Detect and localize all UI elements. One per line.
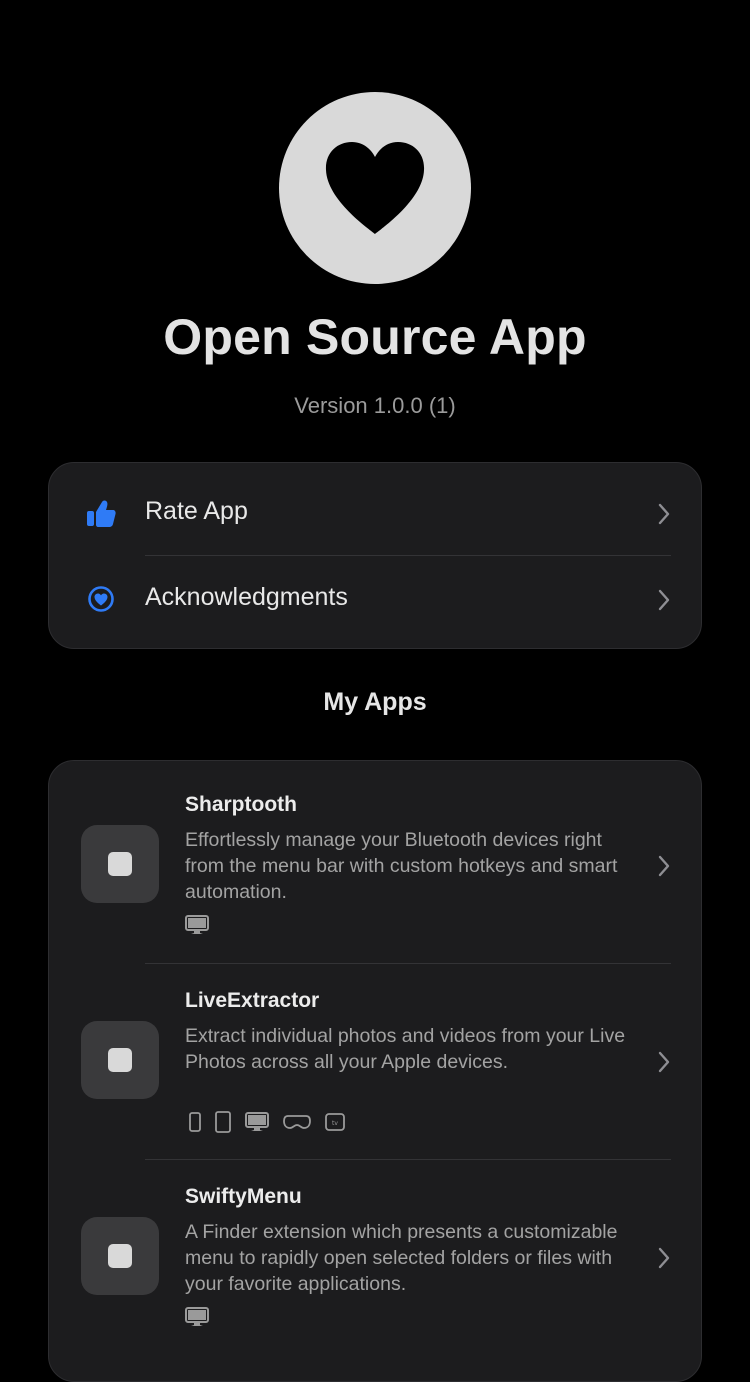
platform-icons — [185, 1307, 209, 1327]
app-name: SwiftyMenu — [185, 1185, 302, 1208]
my-apps-title: My Apps — [323, 688, 427, 716]
app-icon — [81, 1217, 159, 1295]
acknowledgments-label: Acknowledgments — [145, 583, 348, 611]
platform-icons: tv — [189, 1111, 345, 1133]
chevron-right-icon — [658, 1247, 670, 1269]
vision-pro-icon — [283, 1115, 311, 1129]
heart-circle-icon — [85, 583, 117, 615]
app-title: Open Source App — [163, 309, 587, 365]
iphone-icon — [189, 1112, 201, 1132]
ipad-icon — [215, 1111, 231, 1133]
platform-icons — [185, 915, 209, 935]
rate-app-row[interactable]: Rate App — [49, 463, 701, 555]
app-logo — [279, 92, 471, 284]
acknowledgments-row[interactable]: Acknowledgments — [49, 556, 701, 648]
svg-text:tv: tv — [332, 1120, 338, 1127]
mac-icon — [185, 1307, 209, 1326]
chevron-right-icon — [658, 855, 670, 877]
thumbs-up-icon — [85, 497, 117, 529]
app-name: Sharptooth — [185, 793, 297, 816]
app-row-swiftymenu[interactable]: SwiftyMenu A Finder extension which pres… — [49, 1153, 701, 1349]
app-name: LiveExtractor — [185, 989, 320, 1012]
app-description: Effortlessly manage your Bluetooth devic… — [185, 829, 618, 903]
my-apps-card: Sharptooth Effortlessly manage your Blue… — [48, 760, 702, 1382]
rate-app-label: Rate App — [145, 497, 248, 525]
app-icon — [81, 1021, 159, 1099]
app-description: A Finder extension which presents a cust… — [185, 1221, 618, 1295]
links-card: Rate App Acknowledgments — [48, 462, 702, 649]
heart-icon — [325, 142, 425, 234]
chevron-right-icon — [658, 589, 670, 611]
app-version: Version 1.0.0 (1) — [294, 393, 456, 418]
apple-tv-icon: tv — [325, 1113, 345, 1131]
mac-icon — [245, 1112, 269, 1131]
mac-icon — [185, 915, 209, 934]
app-row-liveextractor[interactable]: LiveExtractor Extract individual photos … — [49, 957, 701, 1153]
chevron-right-icon — [658, 503, 670, 525]
chevron-right-icon — [658, 1051, 670, 1073]
app-row-sharptooth[interactable]: Sharptooth Effortlessly manage your Blue… — [49, 761, 701, 957]
app-icon — [81, 825, 159, 903]
app-description: Extract individual photos and videos fro… — [185, 1025, 626, 1073]
